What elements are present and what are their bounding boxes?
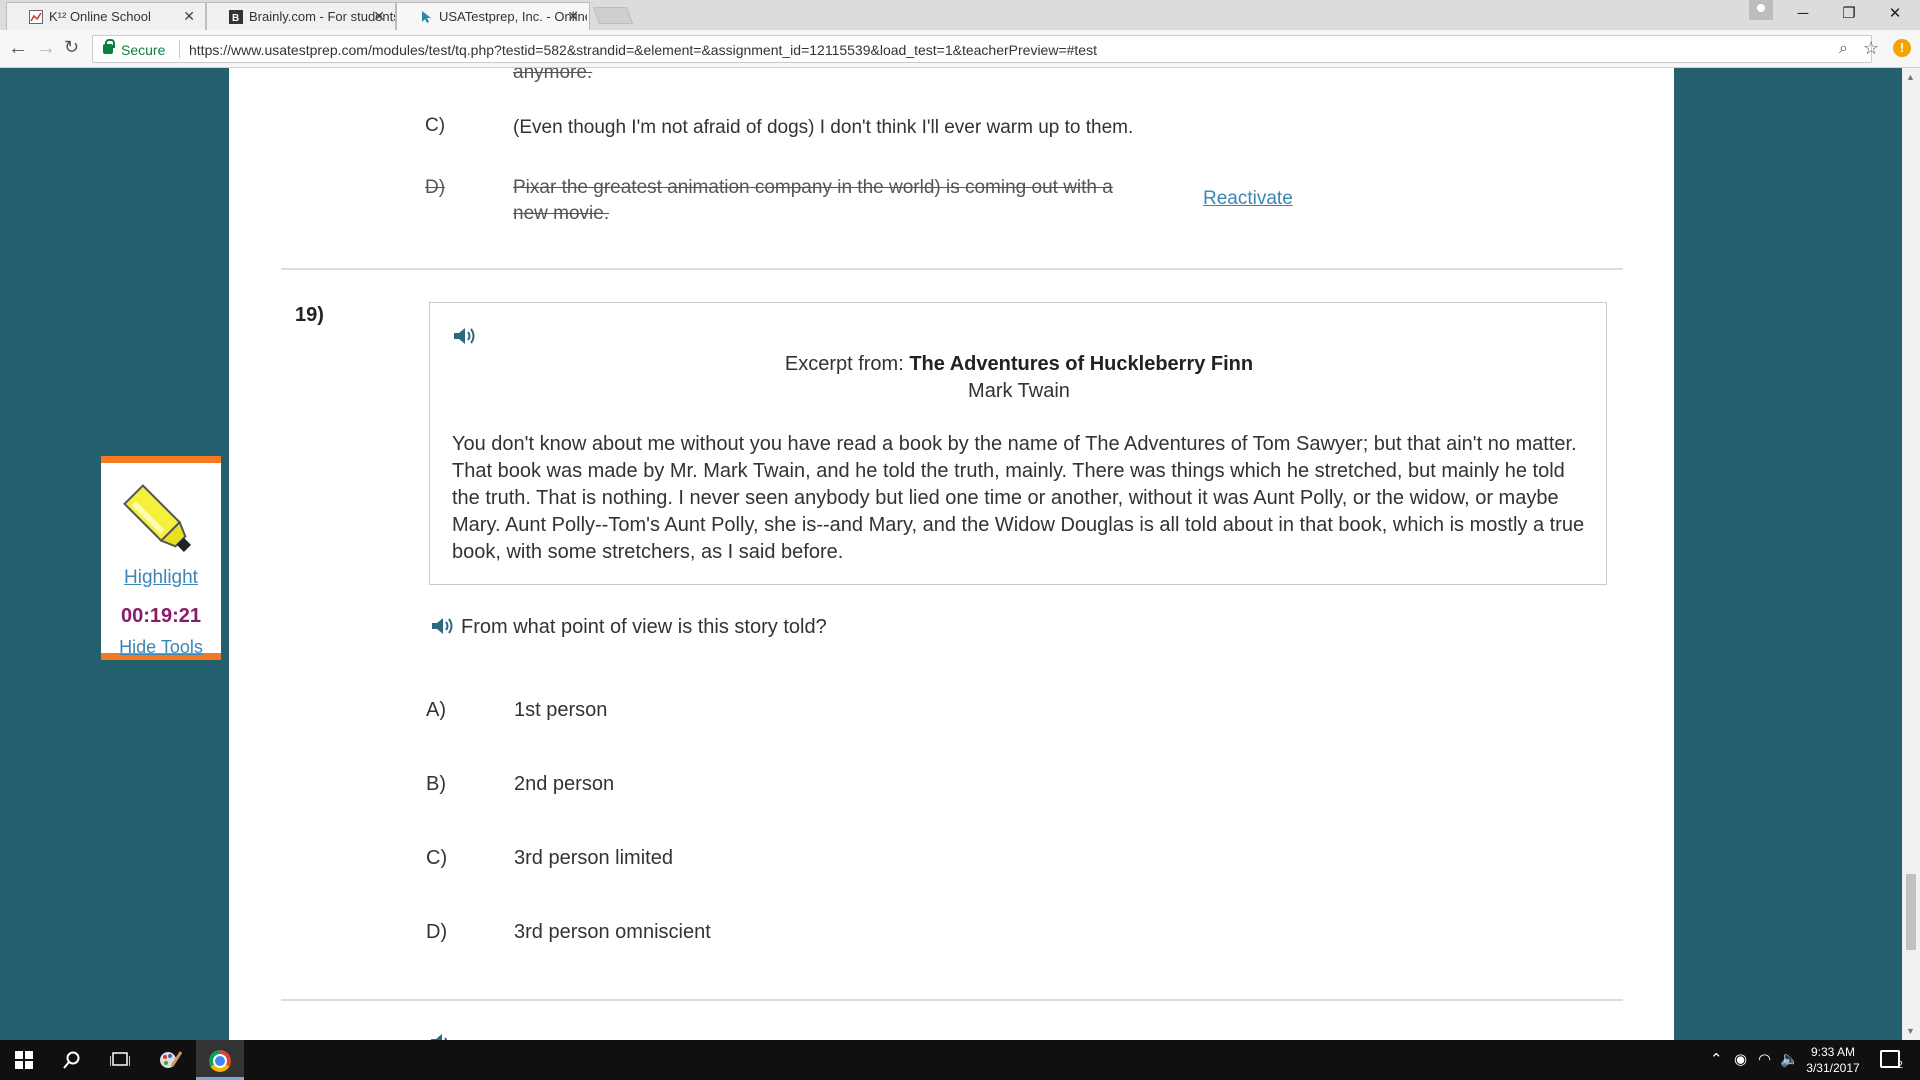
search-icon[interactable] — [48, 1040, 96, 1080]
tab-title: USATestprep, Inc. - Online — [439, 9, 587, 24]
previous-option-c-letter[interactable]: C) — [425, 115, 445, 137]
profile-icon[interactable] — [1749, 0, 1773, 20]
passage-box: Excerpt from: The Adventures of Hucklebe… — [429, 302, 1607, 585]
option-c-text[interactable]: 3rd person limited — [514, 847, 673, 870]
question-speaker-icon[interactable] — [430, 615, 458, 637]
previous-option-d-line1: Pixar the greatest animation company in … — [513, 177, 1113, 198]
hide-tools-link[interactable]: Hide Tools — [101, 637, 221, 658]
previous-option-c-text[interactable]: (Even though I'm not afraid of dogs) I d… — [513, 115, 1313, 141]
option-b-text[interactable]: 2nd person — [514, 773, 614, 796]
highlighter-icon[interactable] — [119, 483, 205, 563]
tab-brainly[interactable]: B Brainly.com - For students ✕ — [206, 2, 396, 30]
option-a-letter[interactable]: A) — [426, 699, 446, 722]
previous-option-d-line2: new movie. — [513, 203, 610, 224]
secure-label: Secure — [121, 42, 166, 58]
option-b-letter[interactable]: B) — [426, 773, 446, 796]
passage-text: You don't know about me without you have… — [452, 433, 1585, 563]
windows-start-icon[interactable] — [0, 1040, 48, 1080]
option-a-text[interactable]: 1st person — [514, 699, 607, 722]
previous-option-d-text: Pixar the greatest animation company in … — [513, 175, 1173, 227]
brainly-favicon-icon: B — [229, 10, 243, 24]
browser-toolbar: ← → ↻ Secure https://www.usatestprep.com… — [0, 30, 1920, 68]
url-separator — [179, 40, 180, 58]
test-page: anymore. C) (Even though I'm not afraid … — [229, 68, 1674, 1040]
clock-date: 3/31/2017 — [1806, 1061, 1860, 1075]
browser-tab-bar: K¹² Online School ✕ B Brainly.com - For … — [0, 0, 1920, 30]
clock-time: 9:33 AM — [1810, 1045, 1856, 1059]
excerpt-author: Mark Twain — [968, 380, 1070, 402]
question-divider — [281, 268, 1623, 270]
speaker-icon[interactable] — [452, 325, 480, 347]
minimize-icon[interactable]: ─ — [1780, 2, 1826, 28]
notification-count: 2 — [1897, 1060, 1903, 1071]
wifi-icon[interactable]: ◠ — [1758, 1050, 1771, 1068]
windows-taskbar: ⌃ ◉ ◠ 🔈 9:33 AM 3/31/2017 2 — [0, 1040, 1920, 1080]
tools-panel: Highlight 00:19:21 Hide Tools — [101, 456, 221, 660]
next-question-speaker-icon[interactable] — [429, 1031, 457, 1040]
back-arrow-icon[interactable]: ← — [8, 37, 28, 60]
tab-close-icon[interactable]: ✕ — [183, 8, 195, 25]
k12-favicon-icon — [29, 10, 43, 24]
scroll-down-arrow-icon[interactable]: ▼ — [1906, 1026, 1915, 1036]
taskbar-clock[interactable]: 9:33 AM 3/31/2017 — [1798, 1044, 1868, 1076]
tray-record-icon[interactable]: ◉ — [1734, 1050, 1747, 1068]
lock-icon — [103, 39, 115, 54]
tray-chevron-up-icon[interactable]: ⌃ — [1710, 1050, 1723, 1068]
reload-icon[interactable]: ↻ — [64, 37, 79, 58]
paint-app-icon[interactable] — [146, 1040, 194, 1080]
test-timer: 00:19:21 — [120, 605, 202, 627]
chrome-icon — [209, 1050, 231, 1072]
tab-usatestprep[interactable]: USATestprep, Inc. - Online ✕ — [396, 2, 590, 30]
page-scrollbar[interactable]: ▲ ▼ — [1902, 68, 1920, 1040]
address-bar[interactable]: Secure https://www.usatestprep.com/modul… — [92, 35, 1879, 63]
previous-option-d-letter: D) — [425, 177, 446, 198]
tab-k12[interactable]: K¹² Online School ✕ — [6, 2, 206, 30]
scroll-thumb[interactable] — [1906, 874, 1916, 950]
option-d-letter[interactable]: D) — [426, 921, 447, 944]
reactivate-link[interactable]: Reactivate — [1203, 188, 1293, 210]
svg-text:B: B — [232, 13, 239, 24]
chrome-menu-alert-icon[interactable]: ! — [1893, 39, 1911, 57]
new-tab-button[interactable] — [592, 7, 634, 24]
close-window-icon[interactable]: ✕ — [1872, 2, 1918, 28]
tab-close-icon[interactable]: ✕ — [567, 8, 579, 25]
highlight-link[interactable]: Highlight — [101, 567, 221, 589]
url-text[interactable]: https://www.usatestprep.com/modules/test… — [189, 42, 1097, 58]
chrome-taskbar-button[interactable] — [196, 1040, 244, 1080]
question-divider — [281, 999, 1623, 1001]
excerpt-prefix: Excerpt from: — [784, 353, 910, 375]
question-prompt: From what point of view is this story to… — [461, 616, 827, 638]
scroll-up-arrow-icon[interactable]: ▲ — [1906, 72, 1915, 82]
previous-option-tail: anymore. — [513, 68, 593, 83]
zoom-icon[interactable]: ⌕ — [1839, 40, 1848, 58]
excerpt-title: The Adventures of Huckleberry Finn — [909, 353, 1254, 375]
forward-arrow-icon[interactable]: → — [36, 37, 56, 60]
option-c-letter[interactable]: C) — [426, 847, 447, 870]
volume-icon[interactable]: 🔈 — [1780, 1050, 1799, 1068]
restore-icon[interactable]: ❐ — [1826, 2, 1872, 28]
tab-close-icon[interactable]: ✕ — [373, 8, 385, 25]
task-view-icon[interactable] — [96, 1040, 144, 1080]
option-d-text[interactable]: 3rd person omniscient — [514, 921, 711, 944]
question-number: 19) — [295, 304, 324, 326]
bookmark-star-icon[interactable]: ☆ — [1863, 38, 1879, 59]
excerpt-title-line: Excerpt from: The Adventures of Hucklebe… — [430, 353, 1608, 376]
cursor-favicon-icon — [422, 11, 431, 23]
tab-title: K¹² Online School — [49, 9, 151, 24]
